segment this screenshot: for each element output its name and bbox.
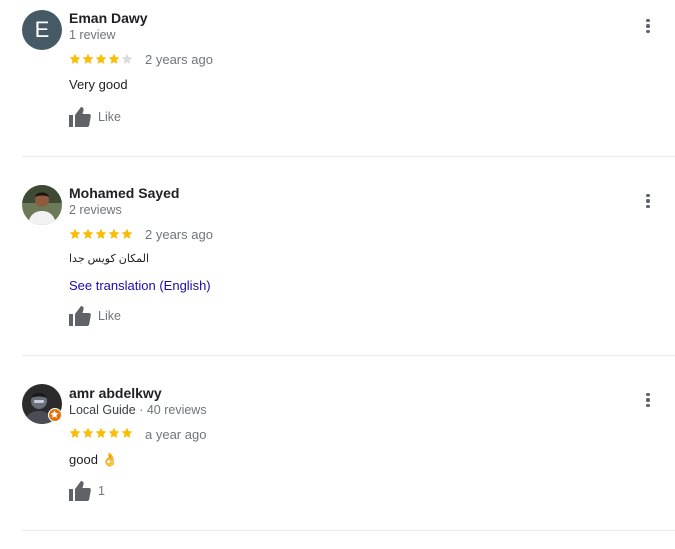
star-icon	[82, 427, 94, 438]
star-icon	[121, 427, 133, 438]
thumb-up-icon	[69, 481, 91, 501]
review-card: amr abdelkwy Local Guide · 40 reviews a …	[0, 0, 675, 531]
like-count: 1	[98, 484, 105, 498]
more-options-button[interactable]	[640, 390, 656, 410]
review-text: good 👌	[69, 452, 118, 467]
reviewer-meta[interactable]: Local Guide · 40 reviews	[69, 403, 207, 417]
reviewer-name[interactable]: amr abdelkwy	[69, 385, 162, 401]
review-count: · 40 reviews	[135, 403, 207, 417]
star-rating	[69, 427, 133, 439]
star-icon	[95, 427, 107, 438]
star-icon	[69, 427, 81, 438]
review-time: a year ago	[145, 427, 207, 442]
divider	[22, 530, 675, 531]
more-vert-icon	[646, 392, 650, 397]
local-guide-badge-icon	[48, 408, 62, 422]
local-guide-label: Local Guide	[69, 403, 136, 417]
star-icon	[108, 427, 120, 438]
like-button[interactable]: 1	[69, 481, 105, 501]
